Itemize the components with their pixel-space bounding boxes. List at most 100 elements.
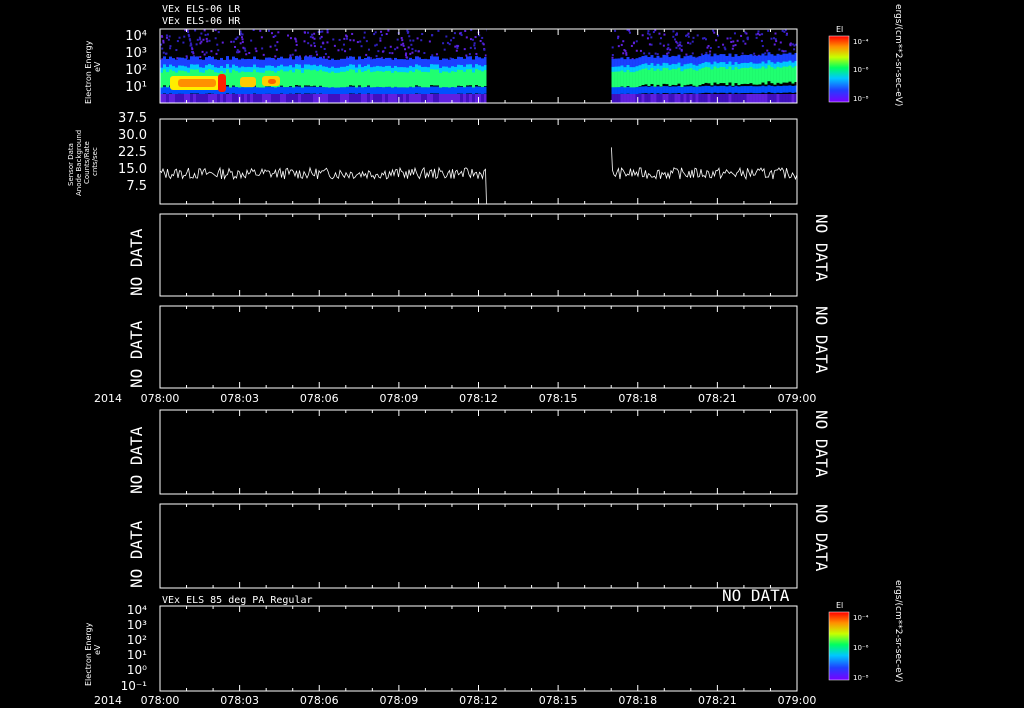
panel1-title-line2: VEx ELS-06 HR bbox=[162, 16, 241, 27]
spec-pixel bbox=[764, 86, 768, 94]
spec-pixel bbox=[628, 31, 631, 34]
spec-pixel bbox=[370, 87, 373, 95]
spec-pixel bbox=[794, 43, 797, 46]
spec-pixel bbox=[776, 94, 780, 103]
spec-pixel bbox=[291, 53, 294, 56]
spec-pixel bbox=[262, 94, 265, 103]
spec-pixel bbox=[668, 70, 672, 87]
spec-pixel bbox=[773, 68, 777, 85]
plot-canvas: VEx ELS-06 LR VEx ELS-06 HR Electron Ene… bbox=[67, 4, 903, 707]
spec-pixel bbox=[617, 87, 621, 95]
panel6-no-data-right: NO DATA bbox=[812, 504, 831, 572]
spec-pixel bbox=[734, 44, 737, 47]
spec-pixel bbox=[199, 38, 202, 41]
spec-pixel bbox=[324, 52, 327, 55]
spec-pixel bbox=[659, 42, 662, 45]
spec-pixel bbox=[374, 31, 377, 34]
spec-pixel bbox=[746, 94, 750, 103]
spec-pixel bbox=[367, 48, 370, 51]
spec-pixel bbox=[653, 70, 657, 87]
spec-pixel bbox=[469, 46, 472, 49]
spec-pixel bbox=[346, 86, 349, 94]
spec-pixel bbox=[742, 40, 745, 43]
spec-pixel bbox=[648, 52, 651, 55]
panel7-title: VEx ELS 85 deg PA Regular bbox=[162, 595, 313, 606]
spec-pixel bbox=[232, 69, 235, 86]
spec-pixel bbox=[785, 66, 789, 83]
spec-pixel bbox=[259, 29, 262, 32]
spec-pixel bbox=[400, 43, 403, 46]
spec-pixel bbox=[400, 94, 403, 103]
panel3-no-data-right: NO DATA bbox=[812, 214, 831, 282]
spec-pixel bbox=[686, 94, 690, 103]
spec-pixel bbox=[448, 43, 451, 46]
spec-pixel bbox=[408, 35, 411, 38]
spec-pixel bbox=[325, 71, 328, 88]
panel7-ylabel-line2: eV bbox=[93, 644, 102, 655]
spec-pixel bbox=[442, 42, 445, 45]
spec-pixel bbox=[405, 56, 408, 59]
spec-pixel bbox=[629, 94, 633, 103]
spec-pixel bbox=[779, 86, 783, 94]
colorbar-label: El bbox=[836, 601, 843, 610]
spec-pixel bbox=[310, 94, 313, 103]
spec-pixel bbox=[629, 72, 633, 89]
spec-pixel bbox=[691, 40, 694, 43]
spec-pixel bbox=[788, 94, 792, 103]
spec-pixel bbox=[374, 44, 377, 47]
spec-pixel bbox=[683, 94, 687, 103]
spec-pixel bbox=[241, 87, 244, 95]
spec-pixel bbox=[469, 38, 472, 41]
spec-pixel bbox=[298, 94, 301, 103]
spec-pixel bbox=[204, 33, 207, 36]
xtick-label: 079:00 bbox=[778, 694, 817, 707]
spec-pixel bbox=[635, 71, 639, 88]
spec-pixel bbox=[648, 33, 651, 36]
xtick-label: 078:18 bbox=[618, 694, 657, 707]
spec-pixel bbox=[793, 48, 796, 51]
spec-pixel bbox=[200, 32, 203, 35]
spec-pixel bbox=[614, 94, 618, 103]
spec-pixel bbox=[385, 33, 388, 36]
spec-pixel bbox=[303, 40, 306, 43]
spec-pixel bbox=[652, 31, 655, 34]
spec-pixel bbox=[239, 42, 242, 45]
spec-pixel bbox=[734, 67, 738, 84]
panel2-ylabel-line1: Sensor Data bbox=[67, 143, 75, 186]
spec-pixel bbox=[764, 68, 768, 85]
spec-pixel bbox=[707, 85, 711, 93]
spec-pixel bbox=[662, 44, 665, 47]
spec-pixel bbox=[298, 86, 301, 94]
spec-pixel bbox=[644, 68, 648, 85]
spec-pixel bbox=[367, 94, 370, 103]
spec-pixel bbox=[611, 71, 615, 88]
spec-pixel bbox=[644, 86, 648, 94]
colorbar-label: El bbox=[836, 25, 843, 34]
spec-pixel bbox=[481, 36, 484, 39]
panel7-yticks: 10⁴ 10³ 10² 10¹ 10⁰ 10⁻¹ bbox=[121, 603, 148, 693]
spec-pixel bbox=[397, 72, 400, 89]
spec-pixel bbox=[311, 33, 314, 36]
ytick-label: 22.5 bbox=[118, 145, 147, 160]
spec-pixel bbox=[460, 94, 463, 103]
spec-pixel bbox=[325, 87, 328, 95]
spec-pixel bbox=[183, 35, 186, 38]
spec-pixel bbox=[260, 36, 263, 39]
spec-pixel bbox=[268, 86, 271, 94]
spec-pixel bbox=[722, 94, 726, 103]
spec-pixel bbox=[776, 66, 780, 83]
spec-pixel bbox=[343, 37, 346, 40]
spec-pixel bbox=[442, 71, 445, 88]
spec-pixel bbox=[382, 71, 385, 88]
spec-pixel bbox=[647, 86, 651, 94]
spec-pixel bbox=[732, 44, 735, 47]
spec-pixel bbox=[411, 48, 414, 51]
spec-pixel bbox=[205, 94, 208, 103]
spec-pixel bbox=[740, 68, 744, 85]
spec-pixel bbox=[478, 86, 481, 94]
spec-pixel bbox=[668, 86, 672, 94]
spec-pixel bbox=[761, 33, 764, 36]
spec-pixel bbox=[351, 32, 354, 35]
ytick-label: 30.0 bbox=[118, 128, 147, 143]
spec-pixel bbox=[232, 40, 235, 43]
